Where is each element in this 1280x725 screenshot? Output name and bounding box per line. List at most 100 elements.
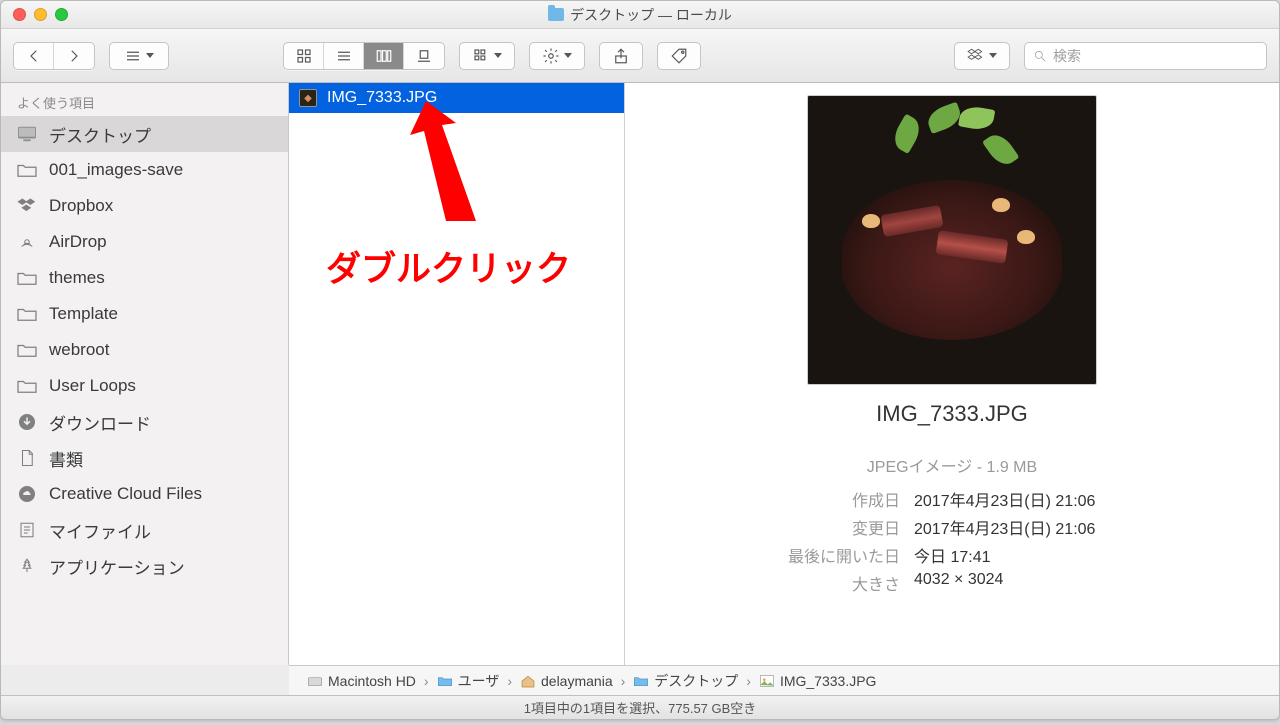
chevron-right-icon — [65, 47, 83, 65]
tag-icon — [670, 47, 688, 65]
window-controls — [13, 8, 68, 21]
list-view-button[interactable] — [324, 43, 364, 69]
nav-buttons — [13, 42, 95, 70]
sidebar-item-7[interactable]: User Loops — [1, 368, 288, 404]
sidebar-item-11[interactable]: マイファイル — [1, 512, 288, 548]
breadcrumb-label: delaymania — [541, 673, 613, 689]
chevron-down-icon — [494, 53, 502, 58]
breadcrumb-item[interactable]: ユーザ — [437, 671, 500, 691]
close-window-button[interactable] — [13, 8, 26, 21]
chevron-right-icon: › — [507, 673, 512, 689]
forward-button[interactable] — [54, 43, 94, 69]
ccloud-icon — [15, 484, 39, 504]
folder-icon — [633, 674, 649, 688]
search-placeholder: 検索 — [1053, 46, 1081, 66]
zoom-window-button[interactable] — [55, 8, 68, 21]
meta-label-dimensions: 大きさ — [780, 571, 900, 595]
home-icon — [520, 674, 536, 688]
sidebar-toggle[interactable] — [109, 42, 169, 70]
status-text: 1項目中の1項目を選択、775.57 GB空き — [524, 698, 757, 717]
breadcrumb-item[interactable]: デスクトップ — [633, 671, 738, 691]
file-item-name: IMG_7333.JPG — [327, 89, 437, 107]
sidebar-item-4[interactable]: themes — [1, 260, 288, 296]
coverflow-view-button[interactable] — [404, 43, 444, 69]
breadcrumb-label: デスクトップ — [654, 671, 738, 691]
folder-icon — [15, 268, 39, 288]
breadcrumb-item[interactable]: IMG_7333.JPG — [759, 673, 877, 689]
sidebar-item-1[interactable]: 001_images-save — [1, 152, 288, 188]
airdrop-icon — [15, 232, 39, 252]
download-icon — [15, 412, 39, 432]
path-bar: Macintosh HD›ユーザ›delaymania›デスクトップ›IMG_7… — [289, 665, 1279, 695]
sidebar-item-label: Dropbox — [49, 196, 113, 216]
share-button[interactable] — [599, 42, 643, 70]
sidebar-item-label: webroot — [49, 340, 109, 360]
meta-value-dimensions: 4032 × 3024 — [914, 571, 1124, 595]
minimize-window-button[interactable] — [34, 8, 47, 21]
sidebar-item-8[interactable]: ダウンロード — [1, 404, 288, 440]
columns-icon — [375, 47, 393, 65]
chevron-left-icon — [25, 47, 43, 65]
sidebar[interactable]: よく使う項目 デスクトップ 001_images-save Dropbox AirDr… — [1, 83, 289, 665]
back-button[interactable] — [14, 43, 54, 69]
column-view-button[interactable] — [364, 43, 404, 69]
meta-value-modified: 2017年4月23日(日) 21:06 — [914, 515, 1124, 539]
sidebar-section-header: よく使う項目 — [1, 89, 288, 116]
arrange-button[interactable] — [459, 42, 515, 70]
chevron-right-icon: › — [746, 673, 751, 689]
share-icon — [612, 47, 630, 65]
sidebar-item-label: 001_images-save — [49, 160, 183, 180]
meta-value-opened: 今日 17:41 — [914, 543, 1124, 567]
sidebar-item-label: Creative Cloud Files — [49, 484, 202, 504]
sidebar-item-label: マイファイル — [49, 518, 151, 543]
dropbox-toolbar-button[interactable] — [954, 42, 1010, 70]
desktop-icon — [15, 124, 39, 144]
sidebar-item-label: AirDrop — [49, 232, 107, 252]
meta-label-created: 作成日 — [780, 487, 900, 511]
view-mode-group — [283, 42, 445, 70]
action-button[interactable] — [529, 42, 585, 70]
sidebar-item-6[interactable]: webroot — [1, 332, 288, 368]
finder-window: デスクトップ — ローカル — [0, 0, 1280, 720]
grid-icon — [295, 47, 313, 65]
folder-icon — [15, 376, 39, 396]
file-item[interactable]: ◆ IMG_7333.JPG — [289, 83, 624, 113]
folder-icon — [548, 8, 564, 21]
sidebar-item-5[interactable]: Template — [1, 296, 288, 332]
meta-value-created: 2017年4月23日(日) 21:06 — [914, 487, 1124, 511]
tags-button[interactable] — [657, 42, 701, 70]
search-input[interactable]: 検索 — [1024, 42, 1267, 70]
breadcrumb-item[interactable]: Macintosh HD — [307, 673, 416, 689]
sidebar-item-0[interactable]: デスクトップ — [1, 116, 288, 152]
chevron-right-icon: › — [621, 673, 626, 689]
titlebar: デスクトップ — ローカル — [1, 1, 1279, 29]
file-list-column[interactable]: ◆ IMG_7333.JPG — [289, 83, 624, 665]
app-icon — [15, 556, 39, 576]
breadcrumb-item[interactable]: delaymania — [520, 673, 613, 689]
sidebar-item-9[interactable]: 書類 — [1, 440, 288, 476]
dropbox-icon — [15, 196, 39, 216]
breadcrumb-label: Macintosh HD — [328, 673, 416, 689]
document-icon — [15, 448, 39, 468]
sidebar-item-2[interactable]: Dropbox — [1, 188, 288, 224]
window-title: デスクトップ — ローカル — [548, 5, 732, 25]
gallery-icon — [415, 47, 433, 65]
sidebar-item-12[interactable]: アプリケーション — [1, 548, 288, 584]
list-icon — [124, 47, 142, 65]
sidebar-item-10[interactable]: Creative Cloud Files — [1, 476, 288, 512]
meta-label-modified: 変更日 — [780, 515, 900, 539]
sidebar-item-label: デスクトップ — [49, 122, 151, 147]
folder-icon — [437, 674, 453, 688]
sidebar-item-label: 書類 — [49, 446, 83, 471]
chevron-down-icon — [989, 53, 997, 58]
image-icon — [759, 674, 775, 688]
preview-metadata: JPEGイメージ - 1.9 MB 作成日2017年4月23日(日) 21:06… — [780, 453, 1124, 597]
sidebar-item-3[interactable]: AirDrop — [1, 224, 288, 260]
folder-icon — [15, 340, 39, 360]
gear-icon — [542, 47, 560, 65]
icon-view-button[interactable] — [284, 43, 324, 69]
chevron-down-icon — [146, 53, 154, 58]
search-icon — [1033, 49, 1047, 63]
breadcrumb-label: IMG_7333.JPG — [780, 673, 877, 689]
preview-image[interactable] — [807, 95, 1097, 385]
